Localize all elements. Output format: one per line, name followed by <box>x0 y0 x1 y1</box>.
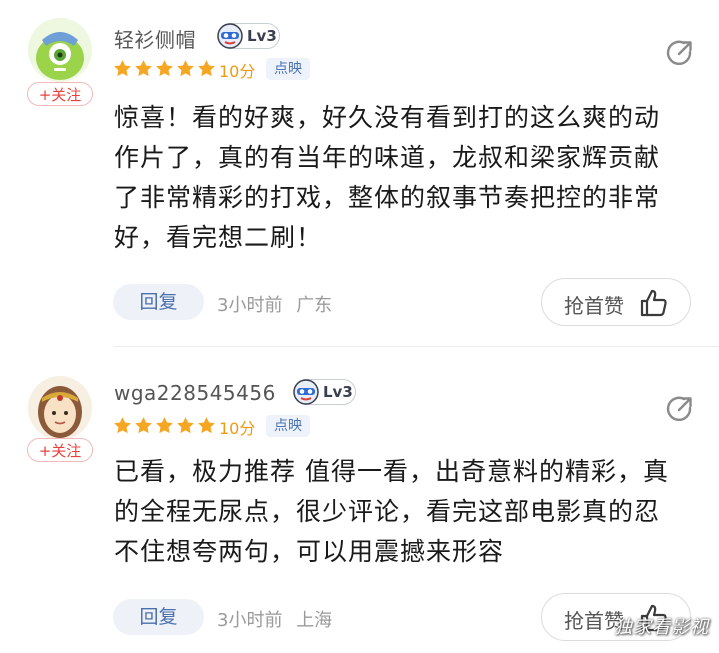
comment-text: 惊喜！看的好爽，好久没有看到打的这么爽的动作片了，真的有当年的味道，龙叔和梁家辉… <box>114 103 661 252</box>
rating-score: 10分 <box>219 419 256 438</box>
level-mask-icon <box>217 23 243 49</box>
share-icon[interactable] <box>664 38 694 68</box>
follow-button[interactable]: +关注 <box>27 438 93 462</box>
comment-divider <box>114 346 719 347</box>
username[interactable]: 轻衫侧帽 <box>114 24 196 53</box>
watermark: 独家看影视 <box>614 617 709 638</box>
comment-time: 3小时前 <box>217 295 283 316</box>
star-icon <box>114 60 131 77</box>
star-icon <box>135 417 152 434</box>
star-icon <box>177 417 194 434</box>
avatar[interactable] <box>28 376 92 440</box>
comment-item: +关注 wga228545456 Lv3 10分 点映 已看，极力推荐 值得一看… <box>0 352 719 653</box>
rating-stars <box>113 59 216 79</box>
follow-button[interactable]: +关注 <box>27 82 93 106</box>
star-icon <box>156 60 173 77</box>
comment-time: 3小时前 <box>217 610 283 631</box>
like-label: 抢首赞 <box>564 294 624 318</box>
like-button[interactable]: 抢首赞 <box>541 278 691 326</box>
level-mask-icon <box>293 379 319 405</box>
star-icon <box>198 417 215 434</box>
avatar-image <box>28 18 92 82</box>
comment-text: 已看，极力推荐 值得一看，出奇意料的精彩，真的全程无尿点，很少评论，看完这部电影… <box>114 457 669 566</box>
level-badge: Lv3 <box>293 379 356 405</box>
avatar-image <box>28 376 92 440</box>
thumbs-up-icon <box>640 289 667 317</box>
level-badge: Lv3 <box>217 23 280 49</box>
reply-button[interactable]: 回复 <box>113 284 204 320</box>
star-icon <box>114 417 131 434</box>
rating-stars <box>113 416 216 436</box>
rating-score: 10分 <box>219 62 256 81</box>
comment-meta: 3小时前 上海 <box>217 606 340 632</box>
comment-item: +关注 轻衫侧帽 Lv3 10分 点映 惊喜！看的好爽，好久没有看到打的这么爽的… <box>0 0 719 340</box>
level-text: Lv3 <box>323 383 353 401</box>
star-icon <box>135 60 152 77</box>
username[interactable]: wga228545456 <box>114 381 276 405</box>
source-tag: 点映 <box>266 415 310 437</box>
reply-button[interactable]: 回复 <box>113 599 204 635</box>
star-icon <box>156 417 173 434</box>
star-icon <box>198 60 215 77</box>
share-icon[interactable] <box>664 394 694 424</box>
source-tag: 点映 <box>266 58 310 80</box>
avatar[interactable] <box>28 18 92 82</box>
comment-location: 上海 <box>296 610 333 631</box>
comment-meta: 3小时前 广东 <box>217 291 340 317</box>
comment-location: 广东 <box>296 295 333 316</box>
star-icon <box>177 60 194 77</box>
level-text: Lv3 <box>247 27 277 45</box>
